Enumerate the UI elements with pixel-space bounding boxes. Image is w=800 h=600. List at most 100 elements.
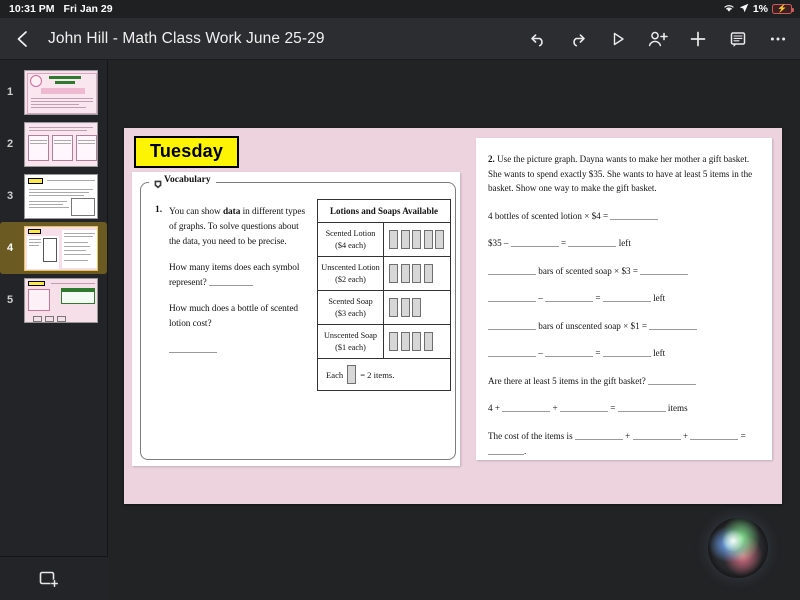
answer-blank[interactable] — [510, 238, 559, 248]
document-title: John Hill - Math Class Work June 25-29 — [48, 29, 325, 47]
q1-pre: You can show — [169, 207, 223, 217]
q2-step-1: 4 bottles of scented lotion × $4 = — [488, 209, 762, 224]
key-symbol — [347, 365, 357, 384]
row-label: Scented Soap ($3 each) — [318, 291, 384, 324]
answer-blank[interactable] — [602, 348, 651, 358]
vocabulary-frame: Vocabulary 1. You can show data in diffe… — [140, 175, 456, 460]
answer-blank[interactable] — [617, 403, 666, 413]
step-8-suffix: items — [667, 403, 688, 414]
row-symbols — [384, 257, 450, 290]
redo-button[interactable] — [562, 23, 594, 55]
answer-blank[interactable] — [545, 348, 594, 358]
step-9-lead: The cost of the items is — [488, 431, 573, 442]
slide-thumbnail-1[interactable]: 1 — [0, 66, 107, 118]
day-banner: Tuesday — [134, 136, 240, 168]
answer-blank[interactable] — [488, 321, 536, 330]
step-3-label: bars of scented soap — [538, 265, 612, 276]
thumbnail-preview — [24, 121, 98, 167]
step-7-question: Are there at least 5 items in the gift b… — [488, 375, 646, 386]
step-9-period: . — [524, 445, 527, 456]
answer-blank[interactable] — [574, 431, 623, 441]
row-symbols — [384, 223, 450, 256]
insert-button[interactable] — [682, 23, 714, 55]
answer-blank[interactable] — [610, 211, 659, 220]
step-9-plus-2: + — [682, 431, 689, 442]
answer-blank[interactable] — [632, 431, 681, 441]
question-2-number: 2. — [488, 154, 495, 164]
step-6-suffix: left — [653, 348, 666, 359]
more-options-button[interactable] — [762, 23, 794, 55]
step-3-operator: × $3 = — [614, 265, 638, 276]
answer-blank[interactable] — [568, 238, 617, 248]
answer-blank[interactable] — [488, 266, 536, 275]
status-time: 10:31 PM — [9, 3, 55, 15]
step-6-minus: – — [538, 348, 543, 359]
q2-step-5: bars of unscented soap × $1 = — [488, 319, 762, 334]
step-2-suffix: left — [618, 238, 631, 249]
picture-graph-key: Each = 2 items. — [318, 359, 450, 390]
answer-blank[interactable] — [488, 446, 524, 455]
current-slide[interactable]: Tuesday Vocabulary 1. You can show data — [124, 128, 782, 504]
picture-graph-title: Lotions and Soaps Available — [318, 200, 450, 223]
slide-canvas[interactable]: Tuesday Vocabulary 1. You can show data — [108, 60, 800, 600]
row-label-name: Scented Soap — [328, 297, 373, 307]
step-1-label: 4 bottles of scented lotion — [488, 210, 582, 221]
thumbnail-number: 5 — [6, 294, 14, 306]
question-1-number: 1. — [155, 205, 163, 215]
step-6-equals: = — [595, 348, 601, 359]
step-5-label: bars of unscented soap — [538, 320, 621, 331]
picture-graph-table: Lotions and Soaps Available Scented Loti… — [317, 199, 451, 391]
ios-status-bar: 10:31 PM Fri Jan 29 1% ⚡ — [0, 0, 800, 18]
answer-blank[interactable] — [640, 266, 689, 275]
table-row: Unscented Lotion ($2 each) — [318, 257, 450, 291]
question-1-paragraph: You can show data in different types of … — [169, 205, 307, 250]
present-button[interactable] — [602, 23, 634, 55]
row-label-price: ($4 each) — [335, 240, 366, 250]
slide-thumbnail-4[interactable]: 4 — [0, 222, 107, 274]
key-prefix: Each — [326, 369, 344, 380]
slide-thumbnail-rail[interactable]: 1 2 3 4 5 — [0, 60, 108, 600]
answer-blank[interactable] — [502, 403, 551, 413]
step-1-operator: × $4 = — [584, 210, 609, 221]
wifi-icon — [723, 3, 735, 16]
status-bar-right: 1% ⚡ — [723, 3, 794, 16]
row-label: Scented Lotion ($4 each) — [318, 223, 384, 256]
comments-button[interactable] — [722, 23, 754, 55]
status-date: Fri Jan 29 — [63, 3, 113, 15]
answer-blank[interactable] — [648, 376, 697, 385]
slide-thumbnail-2[interactable]: 2 — [0, 118, 107, 170]
answer-blank[interactable] — [208, 277, 253, 287]
row-label: Unscented Soap ($1 each) — [318, 325, 384, 358]
answer-blank[interactable] — [488, 293, 536, 303]
q2-step-6: – = left — [488, 346, 762, 361]
q2-step-2: $35 – = left — [488, 236, 762, 251]
thumbnail-number: 1 — [6, 86, 14, 98]
vocabulary-tab: Vocabulary — [149, 175, 216, 188]
answer-blank[interactable] — [169, 344, 217, 354]
thumbnail-number: 2 — [6, 138, 14, 150]
undo-button[interactable] — [522, 23, 554, 55]
answer-blank[interactable] — [545, 293, 594, 303]
answer-blank[interactable] — [488, 348, 536, 358]
key-suffix: = 2 items. — [360, 369, 395, 380]
siri-orb[interactable] — [708, 518, 768, 578]
back-button[interactable] — [6, 22, 40, 56]
slide-thumbnail-3[interactable]: 3 — [0, 170, 107, 222]
battery-charging-icon: ⚡ — [772, 4, 794, 14]
question-1-body: You can show data in different types of … — [169, 205, 307, 354]
question-2: 2. Use the picture graph. Dayna wants to… — [488, 152, 762, 458]
add-slide-button[interactable] — [0, 556, 108, 600]
step-5-operator: × $1 = — [623, 320, 648, 331]
q2-step-8: 4 + + = items — [488, 401, 762, 416]
answer-blank[interactable] — [559, 403, 608, 413]
row-label: Unscented Lotion ($2 each) — [318, 257, 384, 290]
vocabulary-card: Vocabulary 1. You can show data in diffe… — [132, 172, 460, 466]
thumbnail-preview — [24, 173, 98, 219]
question-1-prompt-2: How much does a bottle of scented lotion… — [169, 304, 298, 330]
answer-blank[interactable] — [602, 293, 651, 303]
slide-thumbnail-5[interactable]: 5 — [0, 274, 107, 326]
answer-blank[interactable] — [690, 431, 739, 441]
answer-blank[interactable] — [649, 321, 698, 330]
add-collaborator-button[interactable] — [642, 23, 674, 55]
presentation-app-window: 10:31 PM Fri Jan 29 1% ⚡ John Hill - Mat… — [0, 0, 800, 600]
